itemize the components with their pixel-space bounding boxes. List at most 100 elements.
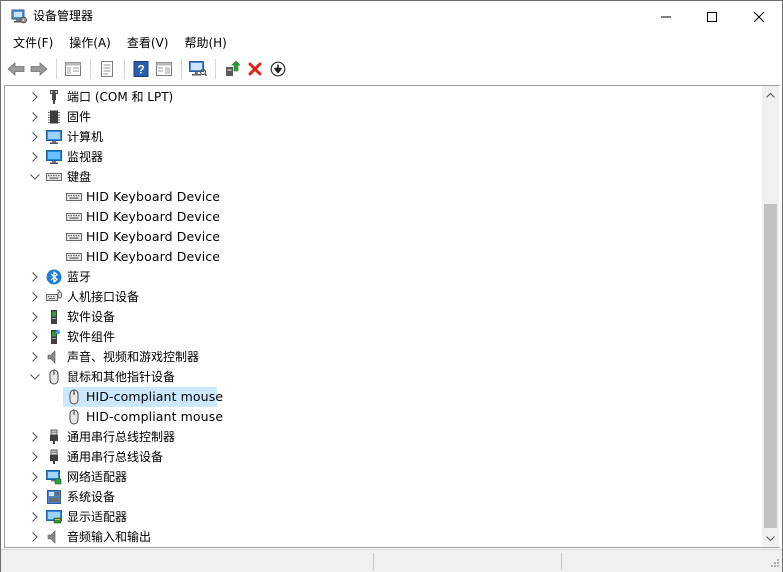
tree-item-label: HID Keyboard Device — [86, 249, 221, 264]
tree-category-item[interactable]: 键盘 — [5, 167, 762, 187]
tree-item-label: 系统设备 — [67, 490, 116, 504]
toolbar-separator — [56, 58, 57, 79]
chevron-right-icon[interactable] — [29, 431, 41, 443]
tree-category-item[interactable]: 系统设备 — [5, 487, 762, 507]
tree-item-label: 网络适配器 — [67, 470, 128, 484]
toolbar-separator — [215, 58, 216, 79]
tree-category-item[interactable]: 声音、视频和游戏控制器 — [5, 347, 762, 367]
tree-category-item[interactable]: 鼠标和其他指针设备 — [5, 367, 762, 387]
uninstall-icon — [248, 62, 262, 75]
menu-view[interactable]: 查看(V) — [119, 33, 177, 53]
status-pane — [561, 553, 562, 570]
chevron-down-icon[interactable] — [29, 171, 41, 183]
tree-category-item[interactable]: 软件设备 — [5, 307, 762, 327]
device-tree[interactable]: 端口 (COM 和 LPT) 固件计算机监视器键盘 HID Keyboard Dev… — [4, 85, 780, 548]
audio-io-icon — [46, 529, 62, 545]
software-device-icon — [46, 309, 62, 325]
hid-icon — [46, 289, 62, 305]
tree-device-item[interactable]: HID Keyboard Device — [5, 207, 762, 227]
tree-category-item[interactable]: 软件组件 — [5, 327, 762, 347]
update-driver-button[interactable] — [221, 58, 243, 80]
chevron-right-icon[interactable] — [29, 351, 41, 363]
firmware-icon — [46, 109, 62, 125]
menu-help[interactable]: 帮助(H) — [176, 33, 234, 53]
close-button[interactable] — [736, 1, 782, 32]
tree-item-label: HID-compliant mouse — [86, 409, 224, 424]
disable-device-button[interactable] — [267, 58, 289, 80]
keyboard-icon — [66, 209, 82, 225]
tree-device-item[interactable]: HID Keyboard Device — [5, 227, 762, 247]
tree-device-item[interactable]: HID Keyboard Device — [5, 187, 762, 207]
chevron-right-icon[interactable] — [29, 491, 41, 503]
chevron-down-icon — [766, 535, 775, 541]
scroll-down-button[interactable] — [762, 530, 779, 547]
chevron-right-icon[interactable] — [29, 511, 41, 523]
network-adapter-icon — [46, 469, 62, 485]
show-hide-console-tree-button[interactable] — [62, 58, 84, 80]
tree-category-item[interactable]: 显示适配器 — [5, 507, 762, 527]
maximize-button[interactable] — [689, 1, 735, 32]
tree-item-label: 监视器 — [67, 150, 104, 164]
menu-bar: 文件(F) 操作(A) 查看(V) 帮助(H) — [1, 32, 782, 54]
toolbar: ? — [1, 55, 782, 82]
uninstall-device-button[interactable] — [244, 58, 266, 80]
tree-item-label: 计算机 — [67, 130, 104, 144]
tree-category-item[interactable]: 端口 (COM 和 LPT) — [5, 87, 762, 107]
help-button[interactable]: ? — [130, 58, 152, 80]
vertical-scrollbar[interactable] — [762, 86, 779, 547]
tree-item-label: HID Keyboard Device — [86, 189, 221, 204]
tree-category-item[interactable]: 音频输入和输出 — [5, 527, 762, 547]
chevron-right-icon[interactable] — [29, 471, 41, 483]
title-bar[interactable]: 设备管理器 — [1, 1, 782, 32]
menu-action[interactable]: 操作(A) — [61, 33, 119, 53]
tree-item-label: 音频输入和输出 — [67, 530, 152, 544]
view-button[interactable] — [153, 58, 175, 80]
device-manager-app-icon — [11, 8, 27, 24]
tree-item-label: 显示适配器 — [67, 510, 128, 524]
device-manager-window: 设备管理器 文件(F) 操作(A) 查看(V) 帮助(H) ? 端口 (COM … — [0, 0, 783, 572]
tree-category-item[interactable]: 人机接口设备 — [5, 287, 762, 307]
chevron-right-icon[interactable] — [29, 291, 41, 303]
tree-device-item[interactable]: HID Keyboard Device — [5, 247, 762, 267]
software-component-icon — [46, 329, 62, 345]
tree-category-item[interactable]: 监视器 — [5, 147, 762, 167]
computer-icon — [46, 129, 62, 145]
minimize-button[interactable] — [643, 1, 689, 32]
chevron-right-icon[interactable] — [29, 271, 41, 283]
chevron-right-icon[interactable] — [29, 111, 41, 123]
keyboard-icon — [66, 249, 82, 265]
tree-category-item[interactable]: 计算机 — [5, 127, 762, 147]
menu-file[interactable]: 文件(F) — [5, 33, 61, 53]
system-device-icon — [46, 489, 62, 505]
back-button[interactable] — [5, 58, 27, 80]
scroll-up-button[interactable] — [762, 86, 779, 103]
chevron-right-icon[interactable] — [29, 531, 41, 543]
tree-device-item[interactable]: HID-compliant mouse — [63, 387, 223, 407]
tree-category-item[interactable]: 网络适配器 — [5, 467, 762, 487]
scrollbar-thumb[interactable] — [764, 204, 777, 528]
chevron-right-icon[interactable] — [29, 331, 41, 343]
view-icon — [156, 61, 172, 76]
chevron-right-icon[interactable] — [29, 151, 41, 163]
scan-hardware-changes-button[interactable] — [187, 58, 209, 80]
chevron-down-icon[interactable] — [29, 371, 41, 383]
tree-item-label: HID Keyboard Device — [86, 229, 221, 244]
window-title: 设备管理器 — [33, 9, 94, 23]
usb-device-icon — [46, 449, 62, 465]
tree-category-item[interactable]: 通用串行总线设备 — [5, 447, 762, 467]
tree-item-label: HID Keyboard Device — [86, 209, 221, 224]
chevron-right-icon[interactable] — [29, 311, 41, 323]
bluetooth-icon — [46, 269, 62, 285]
tree-category-item[interactable]: 蓝牙 — [5, 267, 762, 287]
tree-device-item[interactable]: HID-compliant mouse — [5, 407, 762, 427]
tree-item-label: 软件组件 — [67, 330, 116, 344]
chevron-right-icon[interactable] — [29, 451, 41, 463]
disable-icon — [270, 61, 286, 76]
chevron-right-icon[interactable] — [29, 131, 41, 143]
resize-grip[interactable] — [768, 558, 780, 570]
properties-button[interactable] — [96, 58, 118, 80]
tree-category-item[interactable]: 固件 — [5, 107, 762, 127]
chevron-right-icon[interactable] — [29, 91, 41, 103]
tree-category-item[interactable]: 通用串行总线控制器 — [5, 427, 762, 447]
forward-button[interactable] — [28, 58, 50, 80]
